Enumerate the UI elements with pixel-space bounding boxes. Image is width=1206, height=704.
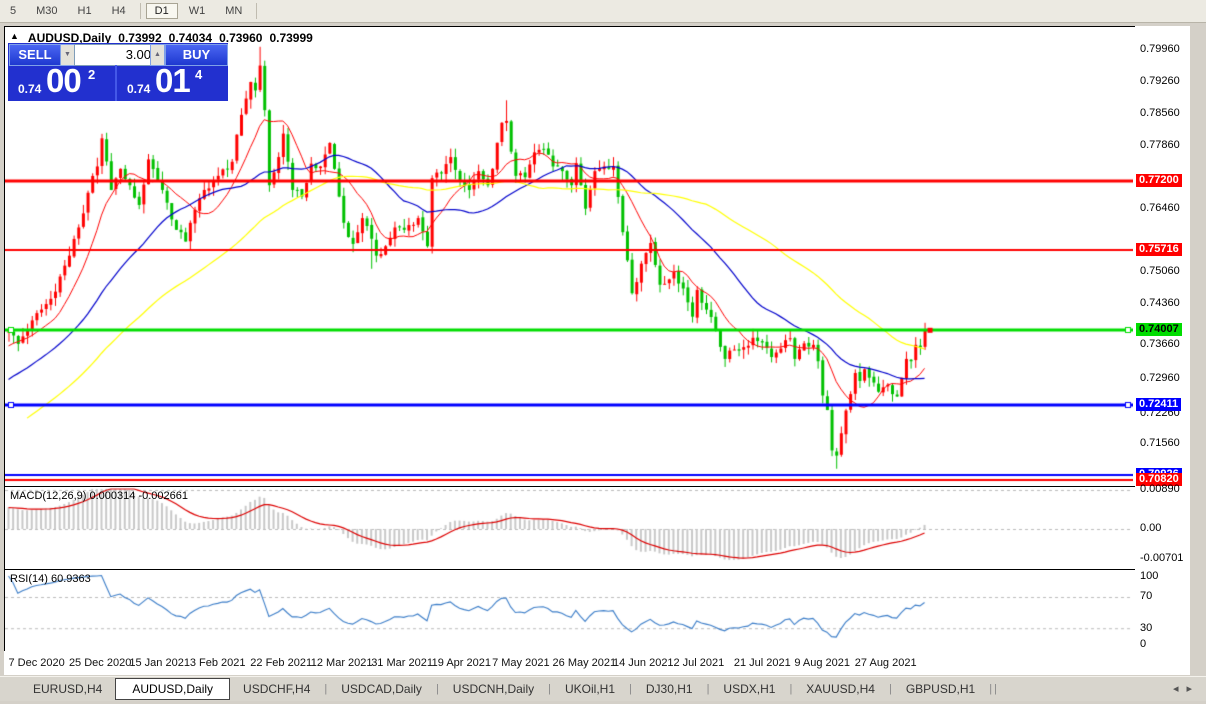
- rsi-value: 60.9363: [51, 573, 91, 585]
- sell-price[interactable]: 0.74 00 2: [8, 65, 112, 101]
- sell-price-base: 0.74: [18, 82, 41, 96]
- date-axis-label: 19 Apr 2021: [432, 657, 491, 669]
- timeframe-button-H4[interactable]: H4: [103, 3, 135, 19]
- price-level-label-0.72411: 0.72411: [1136, 398, 1181, 411]
- price-level-label-0.74007: 0.74007: [1136, 323, 1182, 336]
- toolbar-separator: [256, 3, 257, 19]
- timeframe-button-5[interactable]: 5: [1, 3, 25, 19]
- tab-separator: |: [989, 683, 992, 695]
- volume-input[interactable]: 3.00: [74, 44, 158, 66]
- price-tick-label: 0.71560: [1140, 437, 1180, 449]
- timeframe-toolbar: 5M30H1H4 D1W1MN: [0, 0, 1206, 23]
- ohlc-close: 0.73999: [269, 31, 312, 45]
- sell-price-pips: 00: [46, 62, 81, 100]
- date-axis-label: 27 Aug 2021: [855, 657, 917, 669]
- macd-signal-value: -0.002661: [138, 490, 188, 502]
- tab-separator: |: [324, 683, 327, 695]
- tab-separator: |: [629, 683, 632, 695]
- date-axis-label: 31 Mar 2021: [371, 657, 433, 669]
- price-tick-label: 0.74360: [1140, 297, 1180, 309]
- trading-platform-window: 5M30H1H4D1W1MN ▲ AUDUSD,Daily 0.73992 0.…: [0, 0, 1206, 704]
- one-click-trading-panel: SELL ▼ 3.00 ▲ BUY 0.74 00 2 0.74 01 4: [8, 43, 228, 101]
- date-axis-label: 22 Feb 2021: [250, 657, 312, 669]
- tab-separator: |: [707, 683, 710, 695]
- tab-separator: |: [994, 683, 997, 695]
- macd-tick-label: 0.00890: [1140, 483, 1180, 495]
- date-axis-label: 26 May 2021: [553, 657, 617, 669]
- date-axis-label: 12 Mar 2021: [311, 657, 373, 669]
- symbol-tab-USDCHF-H4[interactable]: USDCHF,H4: [230, 679, 323, 699]
- price-level-label-0.75716: 0.75716: [1136, 243, 1182, 256]
- symbol-tab-AUDUSD-Daily[interactable]: AUDUSD,Daily: [115, 678, 230, 700]
- macd-tick-label: 0.00: [1140, 522, 1161, 534]
- price-tick-label: 0.76460: [1140, 202, 1180, 214]
- tab-scroll-left-icon[interactable]: ◂: [1173, 683, 1187, 695]
- buy-price-point: 4: [195, 67, 202, 82]
- symbol-tab-GBPUSD-H1[interactable]: GBPUSD,H1: [893, 679, 988, 699]
- price-tick-label: 0.78560: [1140, 107, 1180, 119]
- buy-price-pips: 01: [155, 62, 190, 100]
- date-axis-label: 7 May 2021: [492, 657, 549, 669]
- date-axis-label: 15 Jan 2021: [129, 657, 190, 669]
- macd-tick-label: -0.00701: [1140, 552, 1183, 564]
- symbol-tab-UKOil-H1[interactable]: UKOil,H1: [552, 679, 628, 699]
- chart-tabs-bar: EURUSD,H4AUDUSD,DailyUSDCHF,H4|USDCAD,Da…: [0, 676, 1206, 701]
- timeframe-button-M30[interactable]: M30: [27, 3, 66, 19]
- date-axis-label: 3 Feb 2021: [190, 657, 246, 669]
- price-tick-label: 0.79960: [1140, 43, 1180, 55]
- timeframe-button-W1[interactable]: W1: [180, 3, 215, 19]
- date-axis-label: 2 Jul 2021: [673, 657, 724, 669]
- tab-separator: |: [548, 683, 551, 695]
- rsi-label: RSI(14) 60.9363: [10, 573, 91, 585]
- buy-price[interactable]: 0.74 01 4: [115, 65, 230, 101]
- price-tick-label: 0.73660: [1140, 338, 1180, 350]
- date-axis-label: 9 Aug 2021: [794, 657, 850, 669]
- price-tick-label: 0.77860: [1140, 139, 1180, 151]
- rsi-tick-label: 100: [1140, 570, 1158, 582]
- tab-separator: |: [889, 683, 892, 695]
- timeframe-button-D1[interactable]: D1: [146, 3, 178, 19]
- buy-price-base: 0.74: [127, 82, 150, 96]
- macd-value: 0.000314: [89, 490, 135, 502]
- rsi-tick-label: 30: [1140, 622, 1152, 634]
- tab-scroll-right-icon[interactable]: ▸: [1186, 683, 1200, 695]
- tab-separator: |: [436, 683, 439, 695]
- symbol-tab-DJ30-H1[interactable]: DJ30,H1: [633, 679, 706, 699]
- tab-separator: |: [789, 683, 792, 695]
- symbol-tab-XAUUSD-H4[interactable]: XAUUSD,H4: [793, 679, 888, 699]
- date-axis-label: 21 Jul 2021: [734, 657, 791, 669]
- date-axis-label: 7 Dec 2020: [9, 657, 65, 669]
- rsi-canvas[interactable]: [5, 570, 1133, 650]
- symbol-tab-USDCAD-Daily[interactable]: USDCAD,Daily: [328, 679, 435, 699]
- timeframe-button-H1[interactable]: H1: [69, 3, 101, 19]
- date-axis-label: 14 Jun 2021: [613, 657, 674, 669]
- timeframe-button-MN[interactable]: MN: [216, 3, 251, 19]
- rsi-panel: [4, 569, 1136, 653]
- price-level-label-0.77200: 0.77200: [1136, 174, 1182, 187]
- price-tick-label: 0.75060: [1140, 265, 1180, 277]
- symbol-tab-EURUSD-H4[interactable]: EURUSD,H4: [20, 679, 115, 699]
- tab-scroll-arrows[interactable]: ◂▸: [1173, 682, 1200, 695]
- rsi-tick-label: 70: [1140, 590, 1152, 602]
- sell-price-point: 2: [88, 67, 95, 82]
- price-tick-label: 0.79260: [1140, 75, 1180, 87]
- rsi-tick-label: 0: [1140, 638, 1146, 650]
- price-tick-label: 0.72960: [1140, 372, 1180, 384]
- macd-label: MACD(12,26,9) 0.000314 -0.002661: [10, 490, 188, 502]
- symbol-tab-USDX-H1[interactable]: USDX,H1: [710, 679, 788, 699]
- symbol-tab-USDCNH-Daily[interactable]: USDCNH,Daily: [440, 679, 547, 699]
- date-axis-label: 25 Dec 2020: [69, 657, 131, 669]
- toolbar-separator: [140, 3, 141, 19]
